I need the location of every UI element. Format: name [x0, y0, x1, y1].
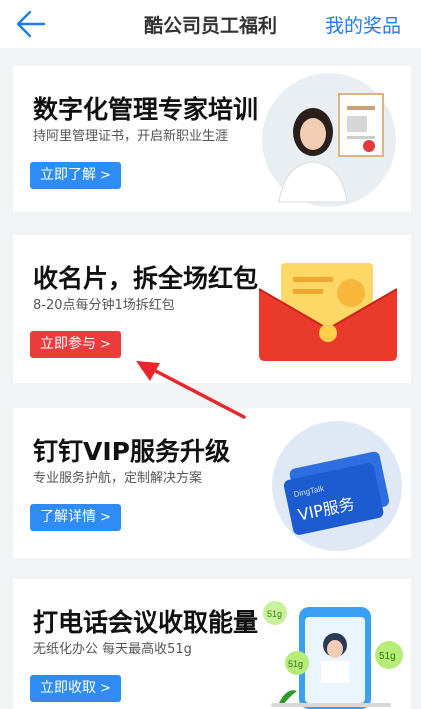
red-envelope-illustration [258, 263, 398, 361]
my-prizes-link[interactable]: 我的奖品 [325, 11, 421, 38]
top-nav-bar: 酷公司员工福利 我的奖品 [0, 0, 421, 48]
card-subtitle: 无纸化办公 每天最高收51g [33, 642, 192, 657]
svg-text:51g: 51g [267, 609, 282, 619]
woman-certificate-illustration [262, 73, 396, 207]
card-subtitle: 8-20点每分钟1场拆红包 [33, 298, 175, 313]
card-subtitle: 持阿里管理证书，开启新职业生涯 [33, 129, 229, 144]
card-title: 数字化管理专家培训 [33, 95, 259, 124]
benefit-card-energy[interactable]: 打电话会议收取能量 无纸化办公 每天最高收51g 立即收取 > 51g 51g 5… [13, 579, 411, 709]
collect-now-button[interactable]: 立即收取 > [30, 675, 121, 702]
card-title: 收名片，拆全场红包 [33, 264, 259, 293]
benefit-card-vip[interactable]: 钉钉VIP服务升级 专业服务护航，定制解决方案 了解详情 > DingTalk V… [13, 408, 411, 558]
svg-text:51g: 51g [379, 651, 396, 662]
phone-energy-illustration: 51g 51g 51g [263, 601, 403, 709]
scroll-indicator [271, 703, 391, 707]
learn-more-button[interactable]: 立即了解 > [30, 162, 121, 189]
card-subtitle: 专业服务护航，定制解决方案 [33, 471, 203, 486]
card-title: 打电话会议收取能量 [33, 608, 259, 637]
svg-text:51g: 51g [288, 659, 303, 669]
view-details-button[interactable]: 了解详情 > [30, 504, 121, 531]
benefit-card-training[interactable]: 数字化管理专家培训 持阿里管理证书，开启新职业生涯 立即了解 > [13, 66, 411, 212]
join-now-button[interactable]: 立即参与 > [30, 331, 121, 358]
card-title: 钉钉VIP服务升级 [33, 437, 230, 466]
annotation-arrow [136, 361, 246, 419]
vip-card-illustration: DingTalk VIP服务 [272, 421, 402, 551]
